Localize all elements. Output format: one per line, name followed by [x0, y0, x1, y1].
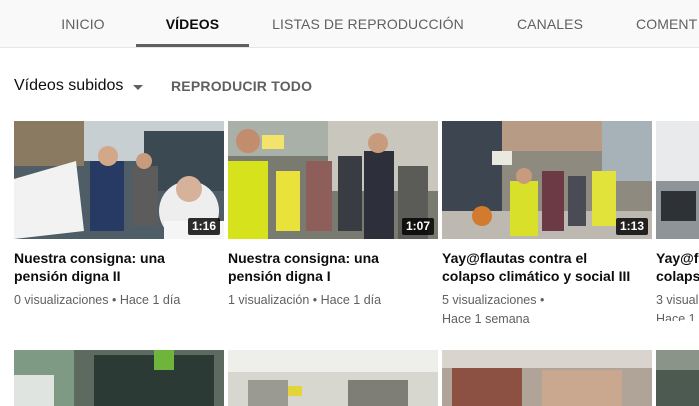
meta-separator: • [309, 293, 321, 307]
video-title-line: Yay@fl [656, 250, 699, 266]
view-count: 5 visualizaciones [442, 293, 537, 307]
video-thumbnail[interactable] [14, 350, 224, 406]
video-duration: 1:07 [401, 218, 434, 235]
video-thumbnail[interactable] [656, 350, 699, 406]
upload-age: Hace 1 [656, 312, 696, 321]
video-title-line: pensión digna II [14, 268, 121, 284]
meta-separator: • [536, 293, 545, 307]
channel-tabs: INICIO VÍDEOS LISTAS DE REPRODUCCIÓN CAN… [0, 0, 699, 48]
tab-playlists[interactable]: LISTAS DE REPRODUCCIÓN [272, 0, 464, 47]
video-title[interactable]: Nuestra consigna: una pensión digna I [228, 249, 438, 285]
video-title[interactable]: Yay@fl colapso [656, 249, 699, 285]
view-count: 3 visual [656, 293, 699, 307]
tab-videos[interactable]: VÍDEOS [136, 0, 249, 47]
video-thumbnail[interactable]: 1:16 [14, 121, 224, 239]
video-thumbnail[interactable] [228, 350, 438, 406]
video-title[interactable]: Yay@flautas contra el colapso climático … [442, 249, 652, 285]
caret-down-icon [133, 84, 144, 90]
video-thumbnail[interactable]: 1:13 [442, 121, 652, 239]
video-title-line: colapso [656, 268, 699, 284]
video-card[interactable]: 1:16 Nuestra consigna: una pensión digna… [14, 121, 224, 321]
video-title-line: colapso climático y social III [442, 268, 631, 284]
sort-dropdown[interactable]: Vídeos subidos [14, 77, 144, 95]
video-duration: 1:16 [187, 218, 220, 235]
upload-age: Hace 1 día [320, 293, 382, 307]
video-thumbnail[interactable]: 1:07 [228, 121, 438, 239]
video-thumbnail[interactable] [442, 350, 652, 406]
tab-inicio[interactable]: INICIO [54, 0, 112, 47]
video-card[interactable]: Yay@fl colapso 3 visual Hace 1 [656, 121, 699, 321]
play-all-button[interactable]: REPRODUCIR TODO [171, 78, 312, 94]
active-tab-indicator [136, 44, 249, 47]
view-count: 0 visualizaciones [14, 293, 109, 307]
video-meta: 5 visualizaciones • Hace 1 semana [442, 291, 652, 329]
video-thumbnail[interactable] [656, 121, 699, 239]
tab-channels[interactable]: CANALES [508, 0, 592, 47]
video-title[interactable]: Nuestra consigna: una pensión digna II [14, 249, 224, 285]
video-title-line: pensión digna I [228, 268, 331, 284]
video-meta: 1 visualización • Hace 1 día [228, 291, 438, 310]
video-title-line: Nuestra consigna: una [14, 250, 165, 266]
video-meta: 3 visual Hace 1 [656, 291, 699, 321]
view-count: 1 visualización [228, 293, 310, 307]
video-title-line: Yay@flautas contra el [442, 250, 588, 266]
video-duration: 1:13 [615, 218, 648, 235]
video-title-line: Nuestra consigna: una [228, 250, 379, 266]
sort-label: Vídeos subidos [14, 77, 124, 94]
video-card[interactable]: 1:07 Nuestra consigna: una pensión digna… [228, 121, 438, 321]
tab-comments[interactable]: COMENT [636, 0, 699, 47]
upload-age: Hace 1 día [119, 293, 181, 307]
meta-separator: • [108, 293, 120, 307]
video-card[interactable]: 1:13 Yay@flautas contra el colapso climá… [442, 121, 652, 326]
video-meta: 0 visualizaciones • Hace 1 día [14, 291, 224, 310]
upload-age: Hace 1 semana [442, 312, 530, 326]
